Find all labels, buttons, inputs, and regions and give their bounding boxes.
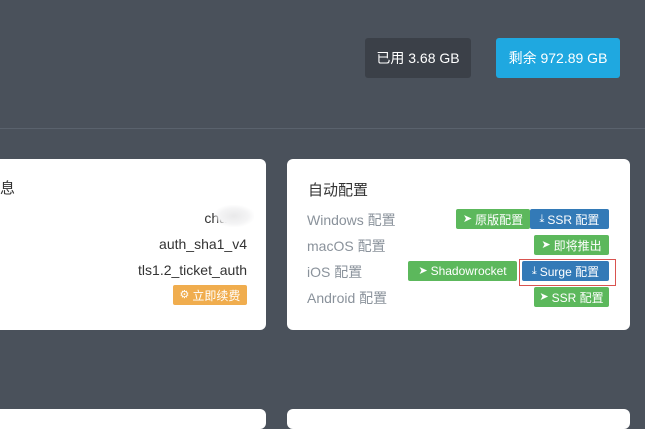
ios-shadowrocket-button[interactable]: ➤ Shadowrocket [408,261,517,281]
auto-config-card: 自动配置 Windows 配置 macOS 配置 iOS 配置 Android … [287,159,630,330]
auto-config-title: 自动配置 [308,182,369,199]
paper-plane-icon: ➤ [462,212,473,225]
bottom-left-card [0,409,266,429]
windows-original-config-label: 原版配置 [475,212,524,227]
paper-plane-icon: ➤ [418,264,428,277]
download-icon: ⤓ [539,212,545,225]
account-card-title: 息 [0,180,16,197]
remaining-traffic-badge: 剩余 972.89 GB [496,38,620,78]
bottom-right-card [287,409,630,429]
gear-icon: ⚙ [179,288,190,301]
account-info-card: 息 chac auth_sha1_v4 tls1.2_ticket_auth ⚙… [0,159,266,330]
android-ssr-config-label: SSR 配置 [551,290,604,305]
android-ssr-config-button[interactable]: ➤ SSR 配置 [534,287,609,307]
surge-button-highlight [519,259,616,286]
paper-plane-icon: ➤ [541,238,551,251]
paper-plane-icon: ➤ [539,290,549,303]
windows-original-config-button[interactable]: ➤ 原版配置 [456,209,530,229]
renew-now-button[interactable]: ⚙ 立即续费 [173,285,247,305]
used-traffic-badge: 已用 3.68 GB [365,38,471,78]
account-row-obfs: tls1.2_ticket_auth [138,262,247,278]
blurred-username [214,205,254,227]
ios-shadowrocket-label: Shadowrocket [430,264,507,278]
header-divider [0,128,645,129]
android-config-label: Android 配置 [307,290,388,306]
ios-config-label: iOS 配置 [307,264,363,280]
windows-ssr-config-label: SSR 配置 [547,212,600,227]
renew-now-label: 立即续费 [192,288,241,303]
macos-coming-soon-label: 即将推出 [553,238,602,253]
account-row-protocol: auth_sha1_v4 [159,236,247,252]
windows-config-label: Windows 配置 [307,212,396,228]
macos-coming-soon-button[interactable]: ➤ 即将推出 [534,235,609,255]
windows-ssr-config-button[interactable]: ⤓ SSR 配置 [530,209,609,229]
macos-config-label: macOS 配置 [307,238,386,254]
